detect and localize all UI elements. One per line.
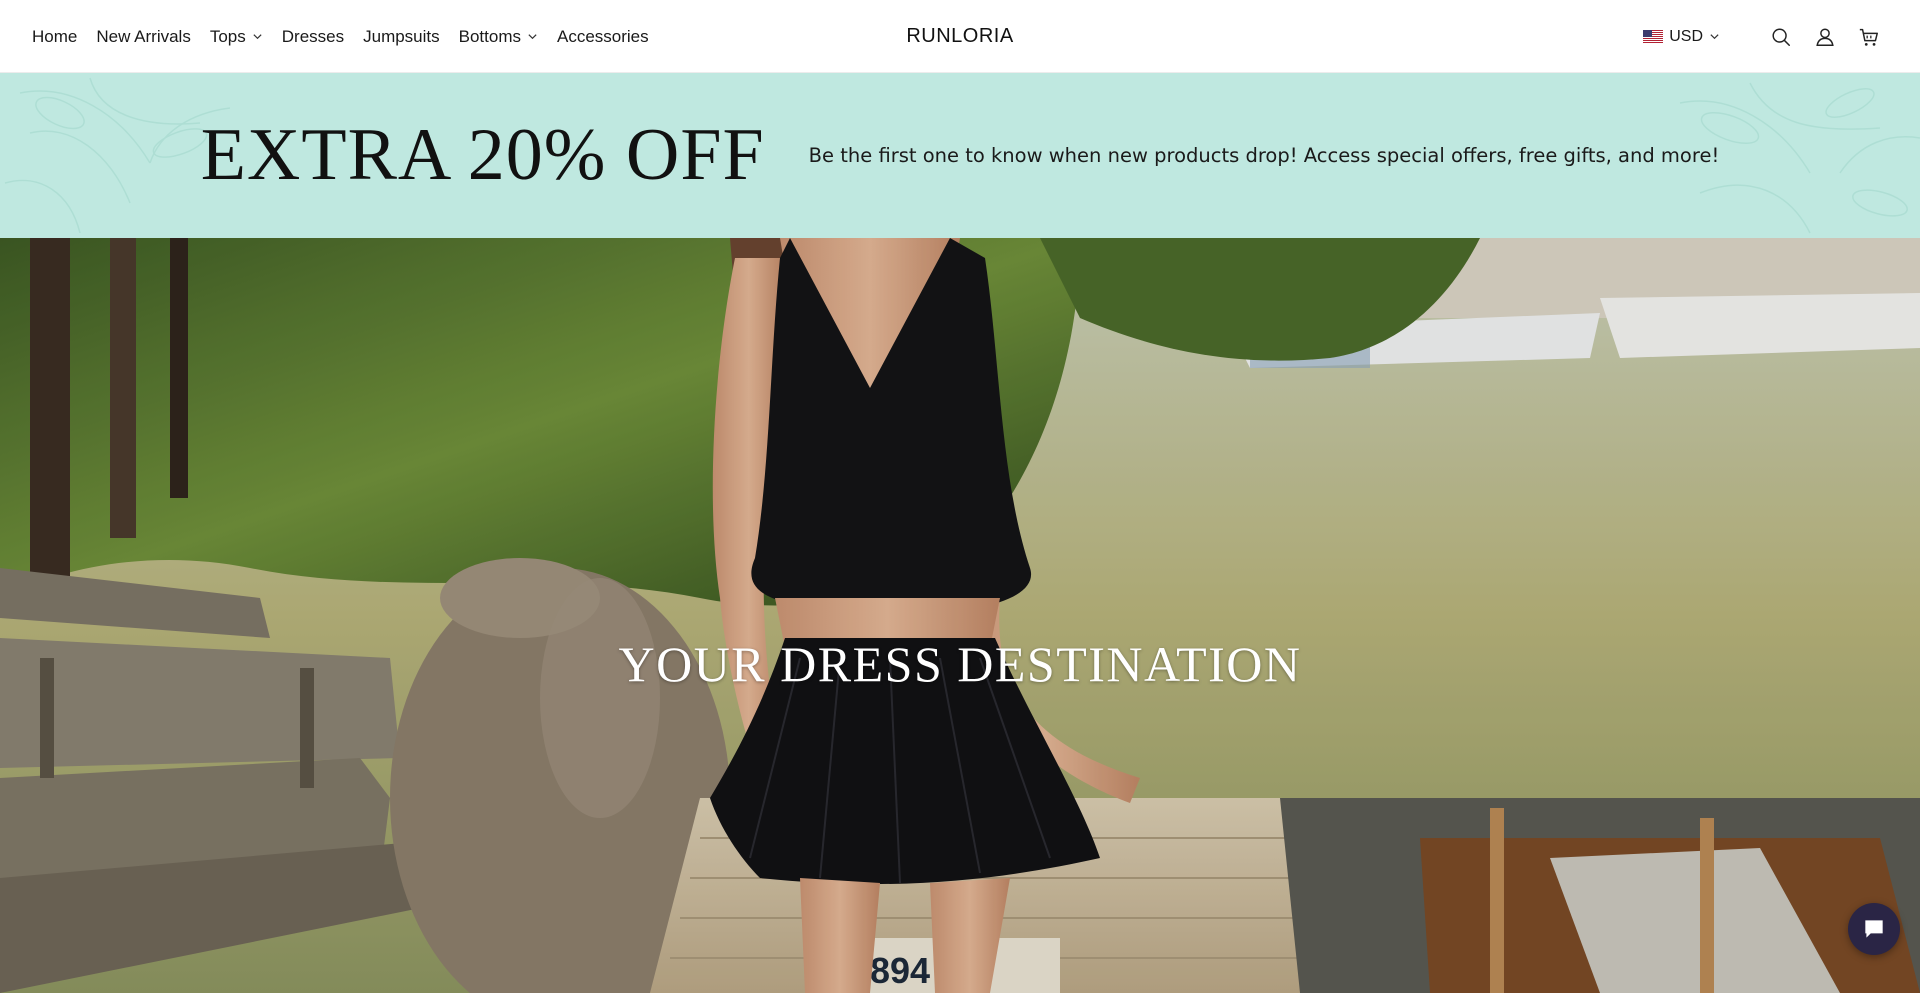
currency-selector[interactable]: USD <box>1643 28 1720 46</box>
hero-image: 894 <box>0 238 1920 993</box>
nav-accessories-label: Accessories <box>557 26 649 46</box>
nav-new-arrivals[interactable]: New Arrivals <box>96 27 190 47</box>
nav-bottoms[interactable]: Bottoms <box>459 27 538 47</box>
hero-title: YOUR DRESS DESTINATION <box>618 636 1302 692</box>
nav-accessories[interactable]: Accessories <box>557 27 649 47</box>
chevron-down-icon <box>253 34 262 40</box>
nav-new-arrivals-label: New Arrivals <box>96 26 191 46</box>
promo-title: EXTRA 20% OFF <box>200 114 765 196</box>
nav-jumpsuits[interactable]: Jumpsuits <box>363 27 440 47</box>
cart-icon[interactable] <box>1858 26 1880 48</box>
brand-logo[interactable]: RUNLORIA <box>906 25 1013 48</box>
chat-button[interactable] <box>1848 903 1900 955</box>
nav-dresses-label: Dresses <box>281 26 345 46</box>
nav-home[interactable]: Home <box>32 27 77 47</box>
account-icon[interactable] <box>1814 26 1836 48</box>
nav-bottoms-label: Bottoms <box>458 26 521 46</box>
chevron-down-icon <box>528 34 537 40</box>
promo-banner[interactable]: EXTRA 20% OFF Be the first one to know w… <box>0 73 1920 238</box>
header-actions: USD <box>1643 0 1880 73</box>
currency-code: USD <box>1669 27 1703 45</box>
chevron-down-icon <box>1710 34 1719 40</box>
us-flag-icon <box>1643 30 1664 43</box>
nav-dresses[interactable]: Dresses <box>282 27 344 47</box>
main-nav: Home New Arrivals Tops Dresses Jumpsuits… <box>32 0 668 73</box>
nav-jumpsuits-label: Jumpsuits <box>363 26 440 46</box>
nav-home-label: Home <box>32 26 78 46</box>
promo-content: EXTRA 20% OFF Be the first one to know w… <box>0 73 1920 238</box>
chat-icon <box>1865 920 1883 938</box>
nav-tops[interactable]: Tops <box>210 27 263 47</box>
nav-tops-label: Tops <box>209 26 246 46</box>
search-icon[interactable] <box>1770 26 1792 48</box>
promo-subtitle: Be the first one to know when new produc… <box>808 144 1720 167</box>
site-header: Home New Arrivals Tops Dresses Jumpsuits… <box>0 0 1920 73</box>
hero-banner[interactable]: 894 YOUR DRESS DESTINATION <box>0 238 1920 993</box>
